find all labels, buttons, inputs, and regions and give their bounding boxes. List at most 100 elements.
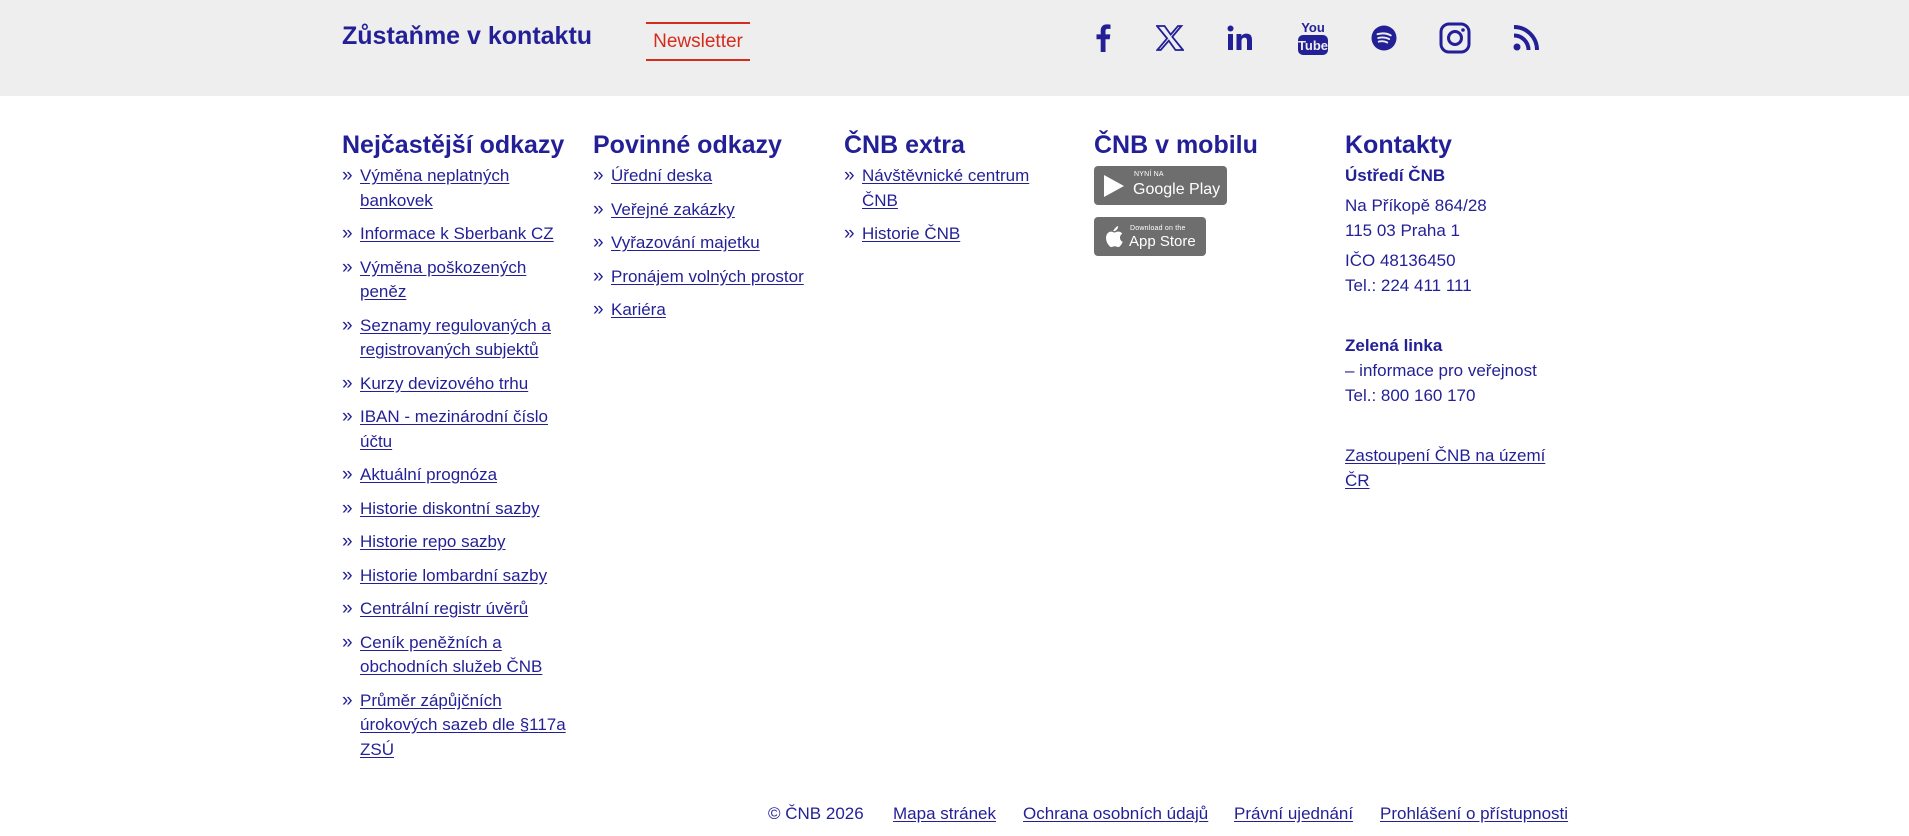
double-chevron-icon: » xyxy=(342,531,353,552)
double-chevron-icon: » xyxy=(342,256,353,278)
sitemap-link[interactable]: Mapa stránek xyxy=(893,804,996,823)
youtube-icon[interactable]: You Tube xyxy=(1291,18,1335,58)
double-chevron-icon: » xyxy=(593,165,604,186)
link-prumer-zapujcnich-sazeb[interactable]: Průměr zápůjčních úrokových sazeb dle §1… xyxy=(360,691,566,759)
extra-links-column: ČNB extra » Návštěvnické centrum ČNB » His… xyxy=(844,128,1054,256)
list-item: » Návštěvnické centrum ČNB xyxy=(844,164,1054,213)
list-item: » Historie repo sazby xyxy=(342,530,572,555)
facebook-icon[interactable] xyxy=(1083,18,1123,58)
double-chevron-icon: » xyxy=(593,265,604,287)
list-item: » Výměna poškozených peněz xyxy=(342,256,572,305)
app-store-badge[interactable]: Download on the App Store xyxy=(1094,217,1206,256)
double-chevron-icon: » xyxy=(342,497,353,519)
double-chevron-icon: » xyxy=(342,564,353,586)
link-kurzy-devizoveho-trhu[interactable]: Kurzy devizového trhu xyxy=(360,374,528,393)
list-item: » Vyřazování majetku xyxy=(593,231,823,256)
list-item: » Informace k Sberbank CZ xyxy=(342,222,572,247)
green-line-phone: Tel.: 800 160 170 xyxy=(1345,386,1476,405)
google-play-small-text: NYNÍ NA xyxy=(1134,171,1164,178)
column-title-contacts: Kontakty xyxy=(1345,131,1452,159)
link-historie-lombardni-sazby[interactable]: Historie lombardní sazby xyxy=(360,566,547,585)
list-item: » Kariéra xyxy=(593,298,823,323)
link-vyrazovani-majetku[interactable]: Vyřazování majetku xyxy=(611,233,760,252)
rss-icon[interactable] xyxy=(1506,18,1546,58)
list-item: » Výměna neplatných bankovek xyxy=(342,164,572,213)
google-play-badge[interactable]: NYNÍ NA Google Play xyxy=(1094,166,1227,205)
newsletter-button[interactable]: Newsletter xyxy=(646,22,750,61)
ico-number: IČO 48136450 xyxy=(1345,251,1456,270)
link-vymena-poskozenych-penez[interactable]: Výměna poškozených peněz xyxy=(360,258,526,302)
list-item: » Úřední deska xyxy=(593,164,823,189)
mandatory-links-list: » Úřední deska » Veřejné zakázky » Vyřazová… xyxy=(593,164,823,323)
double-chevron-icon: » xyxy=(342,165,353,186)
most-frequent-links-list: » Výměna neplatných bankovek » Informace k… xyxy=(342,164,572,762)
link-verejne-zakazky[interactable]: Veřejné zakázky xyxy=(611,200,735,219)
google-play-big-text: Google Play xyxy=(1133,181,1221,198)
regional-offices-link[interactable]: Zastoupení ČNB na území ČR xyxy=(1345,446,1545,490)
most-frequent-links-column: Nejčastější odkazy » Výměna neplatných ba… xyxy=(342,128,572,771)
double-chevron-icon: » xyxy=(593,198,604,220)
mandatory-links-column: Povinné odkazy » Úřední deska » Veřejné za… xyxy=(593,128,823,332)
double-chevron-icon: » xyxy=(342,598,353,619)
instagram-icon[interactable] xyxy=(1435,18,1475,58)
mobile-column: ČNB v mobilu NYNÍ NA Google Play Downloa… xyxy=(1094,128,1304,256)
google-play-icon xyxy=(1104,175,1124,197)
double-chevron-icon: » xyxy=(342,406,353,427)
spotify-icon[interactable] xyxy=(1364,18,1404,58)
column-title-most-frequent: Nejčastější odkazy xyxy=(342,131,565,159)
hq-name: Ústředí ČNB xyxy=(1345,166,1446,185)
link-historie-cnb[interactable]: Historie ČNB xyxy=(862,224,960,243)
list-item: » Historie lombardní sazby xyxy=(342,564,572,589)
list-item: » Historie diskontní sazby xyxy=(342,497,572,522)
link-pronajem-prostor[interactable]: Pronájem volných prostor xyxy=(611,267,804,286)
list-item: » IBAN - mezinárodní číslo účtu xyxy=(342,405,572,454)
green-line-title: Zelená linka xyxy=(1345,336,1443,355)
double-chevron-icon: » xyxy=(593,232,604,253)
link-kariera[interactable]: Kariéra xyxy=(611,300,666,319)
double-chevron-icon: » xyxy=(342,631,353,653)
phone-number: Tel.: 224 411 111 xyxy=(1345,276,1472,295)
double-chevron-icon: » xyxy=(342,372,353,394)
double-chevron-icon: » xyxy=(342,689,353,711)
double-chevron-icon: » xyxy=(342,223,353,244)
link-aktualni-prognoza[interactable]: Aktuální prognóza xyxy=(360,465,497,484)
accessibility-link[interactable]: Prohlášení o přístupnosti xyxy=(1380,804,1568,823)
link-cenik-sluzeb[interactable]: Ceník peněžních a obchodních služeb ČNB xyxy=(360,633,542,677)
column-title-mandatory: Povinné odkazy xyxy=(593,131,782,159)
contacts-column: Kontakty Ústředí ČNB Na Příkopě 864/28 1… xyxy=(1345,128,1565,493)
link-iban[interactable]: IBAN - mezinárodní číslo účtu xyxy=(360,407,548,451)
legal-link[interactable]: Právní ujednání xyxy=(1234,804,1353,823)
link-seznamy-subjektu[interactable]: Seznamy regulovaných a registrovaných su… xyxy=(360,316,551,360)
double-chevron-icon: » xyxy=(844,165,855,186)
svg-text:Tube: Tube xyxy=(1298,38,1328,53)
list-item: » Veřejné zakázky xyxy=(593,198,823,223)
app-store-big-text: App Store xyxy=(1129,233,1196,250)
list-item: » Kurzy devizového trhu xyxy=(342,372,572,397)
contact-title: Zůstaňme v kontaktu xyxy=(342,22,593,50)
link-uredni-deska[interactable]: Úřední deska xyxy=(611,166,712,185)
copyright: © ČNB 2026 xyxy=(768,804,864,823)
link-vymena-neplatnych-bankovek[interactable]: Výměna neplatných bankovek xyxy=(360,166,509,210)
address-line-2: 115 03 Praha 1 xyxy=(1345,221,1460,240)
column-title-extra: ČNB extra xyxy=(844,131,965,159)
privacy-link[interactable]: Ochrana osobních údajů xyxy=(1023,804,1208,823)
link-sberbank[interactable]: Informace k Sberbank CZ xyxy=(360,224,554,243)
double-chevron-icon: » xyxy=(593,299,604,320)
list-item: » Historie ČNB xyxy=(844,222,1054,247)
linkedin-icon[interactable] xyxy=(1220,18,1260,58)
apple-icon xyxy=(1106,226,1123,248)
link-navstevnicke-centrum[interactable]: Návštěvnické centrum ČNB xyxy=(862,166,1029,210)
x-icon[interactable] xyxy=(1150,18,1190,58)
app-store-small-text: Download on the xyxy=(1130,225,1186,232)
double-chevron-icon: » xyxy=(342,314,353,336)
list-item: » Centrální registr úvěrů xyxy=(342,597,572,622)
link-centralni-registr-uveru[interactable]: Centrální registr úvěrů xyxy=(360,599,528,618)
link-historie-diskontni-sazby[interactable]: Historie diskontní sazby xyxy=(360,499,540,518)
double-chevron-icon: » xyxy=(342,464,353,485)
contact-bar: Zůstaňme v kontaktu Newsletter You Tube xyxy=(0,0,1909,96)
link-historie-repo-sazby[interactable]: Historie repo sazby xyxy=(360,532,506,551)
green-line-description: – informace pro veřejnost xyxy=(1345,361,1537,380)
double-chevron-icon: » xyxy=(844,223,855,244)
column-title-mobile: ČNB v mobilu xyxy=(1094,131,1258,159)
list-item: » Ceník peněžních a obchodních služeb ČNB xyxy=(342,631,572,680)
